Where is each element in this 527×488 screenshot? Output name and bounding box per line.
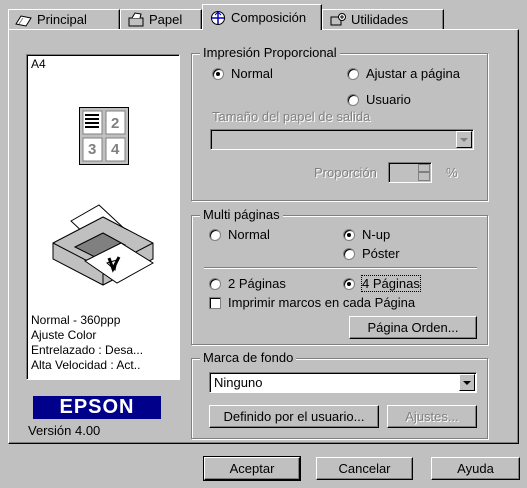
checkbox-indicator — [209, 296, 221, 309]
watermark-group: Marca de fondo Ninguno Definido por el u… — [191, 350, 488, 439]
radio-indicator — [209, 228, 221, 241]
radio-indicator — [347, 93, 359, 106]
group-title: Multi páginas — [200, 207, 283, 222]
percent-label: % — [446, 165, 458, 180]
printer-icon — [52, 204, 154, 286]
page-number-4: 4 — [111, 141, 120, 158]
page-icon — [15, 14, 32, 27]
epson-logo: EPSON — [33, 396, 161, 419]
radio-indicator — [347, 67, 359, 80]
info-line: Entrelazado : Desa... — [31, 343, 144, 357]
info-line: Ajuste Color — [31, 328, 97, 342]
radio-label: Póster — [362, 246, 400, 261]
button-label: Aceptar — [229, 461, 275, 476]
radio-indicator — [343, 247, 355, 260]
button-label: Cancelar — [338, 461, 391, 476]
tab-utilidades[interactable]: Utilidades — [322, 9, 444, 29]
chevron-down-icon[interactable] — [459, 374, 475, 391]
radio-label: Normal — [231, 66, 273, 81]
tab-label: Composición — [231, 10, 307, 25]
watermark-select[interactable]: Ninguno — [209, 372, 477, 393]
spin-up-icon[interactable] — [418, 164, 430, 172]
tools-icon — [330, 12, 346, 25]
tab-label: Principal — [37, 12, 87, 27]
help-button[interactable]: Ayuda — [431, 457, 520, 480]
proportion-label: Proporción — [314, 165, 377, 180]
button-label: Ayuda — [457, 461, 494, 476]
radio-indicator — [343, 277, 355, 290]
tab-papel[interactable]: Papel — [120, 9, 202, 29]
chevron-down-icon[interactable] — [456, 131, 472, 148]
radio-normal-scale[interactable]: Normal — [212, 66, 273, 81]
spin-down-icon[interactable] — [418, 172, 430, 181]
radio-indicator — [209, 277, 221, 290]
page-order-button[interactable]: Página Orden... — [349, 316, 477, 339]
radio-label: Usuario — [366, 92, 411, 107]
preview-pane: A4 2 3 4 Normal - 360ppp Ajuste Color En… — [26, 54, 180, 380]
radio-user[interactable]: Usuario — [347, 92, 411, 107]
output-size-select[interactable] — [210, 129, 474, 150]
group-title: Marca de fondo — [200, 350, 297, 365]
watermark-settings-button[interactable]: Ajustes... — [387, 405, 477, 428]
radio-label: Ajustar a página — [366, 66, 460, 81]
checkbox-label: Imprimir marcos en cada Página — [228, 295, 416, 310]
cancel-button[interactable]: Cancelar — [316, 457, 413, 480]
info-line: Normal - 360ppp — [31, 313, 121, 327]
watermark-value: Ninguno — [214, 375, 263, 390]
layout-icon — [211, 10, 225, 25]
tab-composicion[interactable]: Composición — [202, 4, 322, 30]
tab-principal[interactable]: Principal — [8, 9, 120, 29]
tab-label: Utilidades — [351, 12, 409, 27]
proportion-stepper[interactable] — [388, 162, 432, 183]
version-label: Versión 4.00 — [28, 423, 101, 438]
paper-icon — [128, 11, 144, 26]
info-line: Alta Velocidad : Act.. — [31, 358, 141, 372]
radio-two-pages[interactable]: 2 Páginas — [209, 276, 286, 291]
user-defined-button[interactable]: Definido por el usuario... — [209, 405, 379, 428]
multipage-group: Multi páginas Normal N-up Póster 2 Págin… — [191, 207, 488, 345]
proportional-group: Impresión Proporcional Normal Ajustar a … — [191, 45, 488, 201]
radio-nup[interactable]: N-up — [343, 227, 390, 242]
button-label: Definido por el usuario... — [223, 409, 365, 424]
button-label: Página Orden... — [367, 320, 459, 335]
radio-label: N-up — [362, 227, 391, 242]
nup-preview-graphic — [79, 107, 129, 165]
radio-four-pages[interactable]: 4 Páginas — [343, 275, 421, 292]
ok-button[interactable]: Aceptar — [203, 456, 301, 481]
separator — [204, 267, 477, 269]
print-frames-checkbox[interactable]: Imprimir marcos en cada Página — [209, 295, 415, 310]
radio-normal-multipage[interactable]: Normal — [209, 227, 270, 242]
group-title: Impresión Proporcional — [200, 45, 340, 60]
page-number-2: 2 — [111, 115, 120, 132]
radio-label: 2 Páginas — [228, 276, 286, 291]
radio-label: 4 Páginas — [361, 275, 421, 292]
paper-size-label: A4 — [31, 57, 46, 71]
radio-indicator — [212, 67, 224, 80]
page-number-3: 3 — [88, 141, 97, 158]
radio-label: Normal — [228, 227, 270, 242]
radio-fit-to-page[interactable]: Ajustar a página — [347, 66, 460, 81]
tab-label: Papel — [149, 12, 183, 27]
radio-poster[interactable]: Póster — [343, 246, 400, 261]
button-label: Ajustes... — [405, 409, 459, 424]
output-size-label: Tamaño del papel de salida — [212, 109, 371, 124]
radio-indicator — [343, 228, 355, 241]
